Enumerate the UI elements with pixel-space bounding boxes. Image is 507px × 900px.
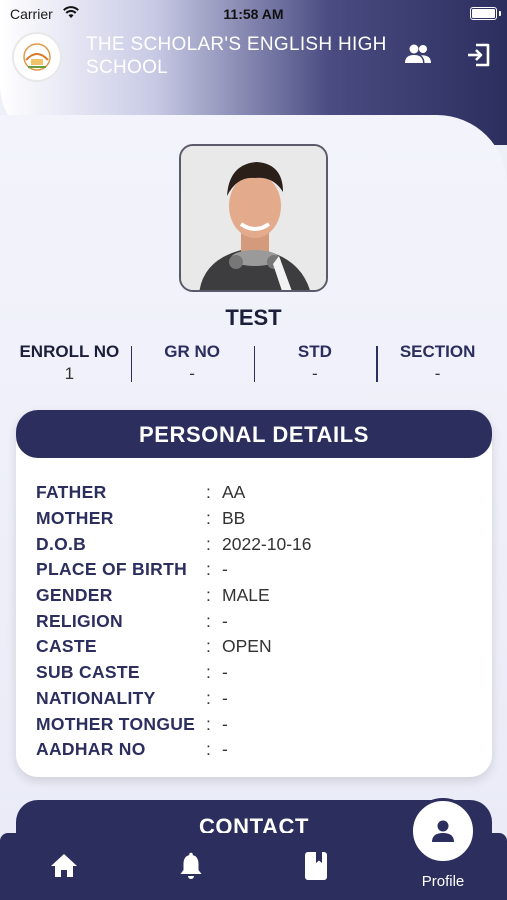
school-logo-icon xyxy=(23,43,51,71)
detail-label: MOTHER TONGUE xyxy=(36,713,196,734)
gr-no-value: - xyxy=(189,364,195,383)
enroll-no-column: ENROLL NO 1 xyxy=(8,342,131,386)
detail-separator: : xyxy=(206,482,211,503)
student-name: TEST xyxy=(225,305,282,330)
enroll-no-value: 1 xyxy=(64,364,75,383)
enroll-no-label: ENROLL NO xyxy=(19,342,120,361)
bell-icon[interactable] xyxy=(178,852,204,880)
detail-row: GENDER : MALE xyxy=(36,583,312,609)
detail-row: MOTHER : BB xyxy=(36,506,312,532)
profile-icon xyxy=(432,820,454,842)
personal-details-list: FATHER : AA MOTHER : BB D.O.B : 2022-10-… xyxy=(36,480,312,763)
profile-tab-label[interactable]: Profile xyxy=(410,873,476,890)
detail-value: - xyxy=(222,713,228,734)
status-time: 11:58 AM xyxy=(223,6,284,22)
detail-label: NATIONALITY xyxy=(36,687,156,708)
detail-label: MOTHER xyxy=(36,508,114,529)
detail-separator: : xyxy=(206,508,211,529)
detail-value: - xyxy=(222,687,228,708)
logout-icon[interactable] xyxy=(465,42,491,68)
detail-value: OPEN xyxy=(222,636,272,657)
detail-row: MOTHER TONGUE : - xyxy=(36,711,312,737)
detail-separator: : xyxy=(206,610,211,631)
detail-row: PLACE OF BIRTH : - xyxy=(36,557,312,583)
section-label: SECTION xyxy=(399,342,476,361)
std-column: STD - xyxy=(253,342,377,386)
detail-label: PLACE OF BIRTH xyxy=(36,559,188,580)
detail-value: BB xyxy=(222,508,246,529)
detail-separator: : xyxy=(206,636,211,657)
battery-icon xyxy=(470,7,497,20)
detail-separator: : xyxy=(206,559,211,580)
school-name: THE SCHOLAR'S ENGLISH HIGH SCHOOL xyxy=(86,34,387,78)
detail-label: D.O.B xyxy=(36,533,87,554)
detail-row: AADHAR NO : - xyxy=(36,737,312,763)
std-label: STD xyxy=(297,342,332,361)
detail-row: D.O.B : 2022-10-16 xyxy=(36,531,312,557)
battery-tip xyxy=(499,11,501,16)
section-value: - xyxy=(434,364,441,383)
student-photo xyxy=(179,144,328,292)
detail-separator: : xyxy=(206,739,211,760)
std-value: - xyxy=(312,364,318,383)
gr-no-label: GR NO xyxy=(164,342,220,361)
detail-label: FATHER xyxy=(36,482,107,503)
detail-label: AADHAR NO xyxy=(36,739,146,760)
detail-row: NATIONALITY : - xyxy=(36,686,312,712)
detail-row: FATHER : AA xyxy=(36,480,312,506)
detail-row: CASTE : OPEN xyxy=(36,634,312,660)
student-info-row: ENROLL NO 1 GR NO - STD - SECTION - xyxy=(8,342,499,386)
section-column: SECTION - xyxy=(376,342,499,386)
detail-value: AA xyxy=(222,482,246,503)
detail-row: RELIGION : - xyxy=(36,608,312,634)
detail-label: GENDER xyxy=(36,585,113,606)
detail-value: - xyxy=(222,559,228,580)
detail-row: SUB CASTE : - xyxy=(36,660,312,686)
detail-label: SUB CASTE xyxy=(36,662,140,683)
detail-label: RELIGION xyxy=(36,610,123,631)
personal-details-title: PERSONAL DETAILS xyxy=(16,410,492,458)
status-bar: Carrier 11:58 AM xyxy=(0,0,507,28)
personal-details-card: PERSONAL DETAILS FATHER : AA MOTHER : BB… xyxy=(16,410,492,777)
home-icon[interactable] xyxy=(50,852,78,878)
detail-label: CASTE xyxy=(36,636,97,657)
students-icon[interactable] xyxy=(404,43,432,65)
detail-value: MALE xyxy=(222,585,270,606)
detail-value: - xyxy=(222,662,228,683)
detail-separator: : xyxy=(206,585,211,606)
detail-value: 2022-10-16 xyxy=(222,533,312,554)
detail-separator: : xyxy=(206,713,211,734)
book-icon[interactable] xyxy=(304,851,328,881)
profile-tab-button[interactable] xyxy=(410,798,476,864)
detail-separator: : xyxy=(206,533,211,554)
detail-separator: : xyxy=(206,662,211,683)
detail-value: - xyxy=(222,610,228,631)
detail-separator: : xyxy=(206,687,211,708)
school-logo xyxy=(12,32,62,82)
detail-value: - xyxy=(222,739,228,760)
student-avatar-image xyxy=(181,146,326,290)
gr-no-column: GR NO - xyxy=(130,342,254,386)
